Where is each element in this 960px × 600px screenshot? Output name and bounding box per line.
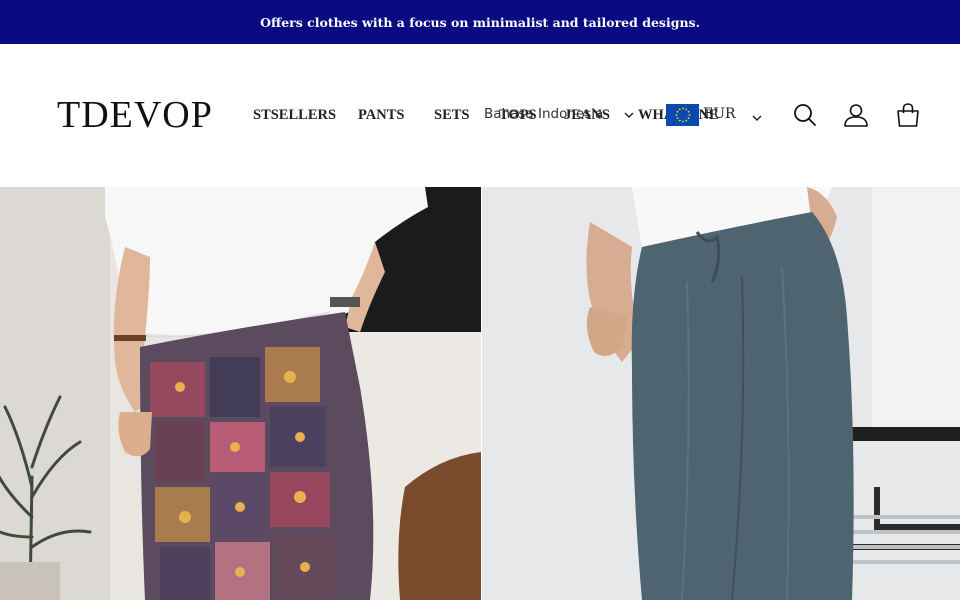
chevron-down-icon xyxy=(752,107,762,126)
search-icon[interactable] xyxy=(792,102,818,128)
announcement-text: Offers clothes with a focus on minimalis… xyxy=(260,14,700,30)
currency-code: EUR xyxy=(703,106,736,122)
announcement-bar: Offers clothes with a focus on minimalis… xyxy=(0,0,960,44)
nav-item-pants[interactable]: PANTS xyxy=(358,107,404,124)
eu-flag-icon xyxy=(666,104,699,126)
nav-item-label: STSELLERS xyxy=(253,107,337,123)
language-selector[interactable]: Bahasa Indonesia xyxy=(484,106,603,122)
chevron-down-icon xyxy=(624,111,634,122)
nav-item-label: PANTS xyxy=(358,107,405,123)
account-icon[interactable] xyxy=(843,102,869,128)
nav-item-sets[interactable]: SETS xyxy=(434,107,469,124)
brand-logo[interactable]: TDEVOP xyxy=(57,96,213,134)
currency-selector[interactable]: EUR xyxy=(666,103,762,127)
hero-image-patterned-pants[interactable] xyxy=(0,187,481,600)
hero-image-tailored-pants[interactable] xyxy=(482,187,960,600)
hero-section xyxy=(0,187,960,600)
cart-icon[interactable] xyxy=(895,102,921,128)
nav-item-bestsellers[interactable]: STSELLERS xyxy=(253,107,336,124)
site-header: TDEVOP STSELLERS PANTS SETS TOPS JEANS W… xyxy=(0,44,960,187)
nav-item-label: SETS xyxy=(434,107,470,123)
